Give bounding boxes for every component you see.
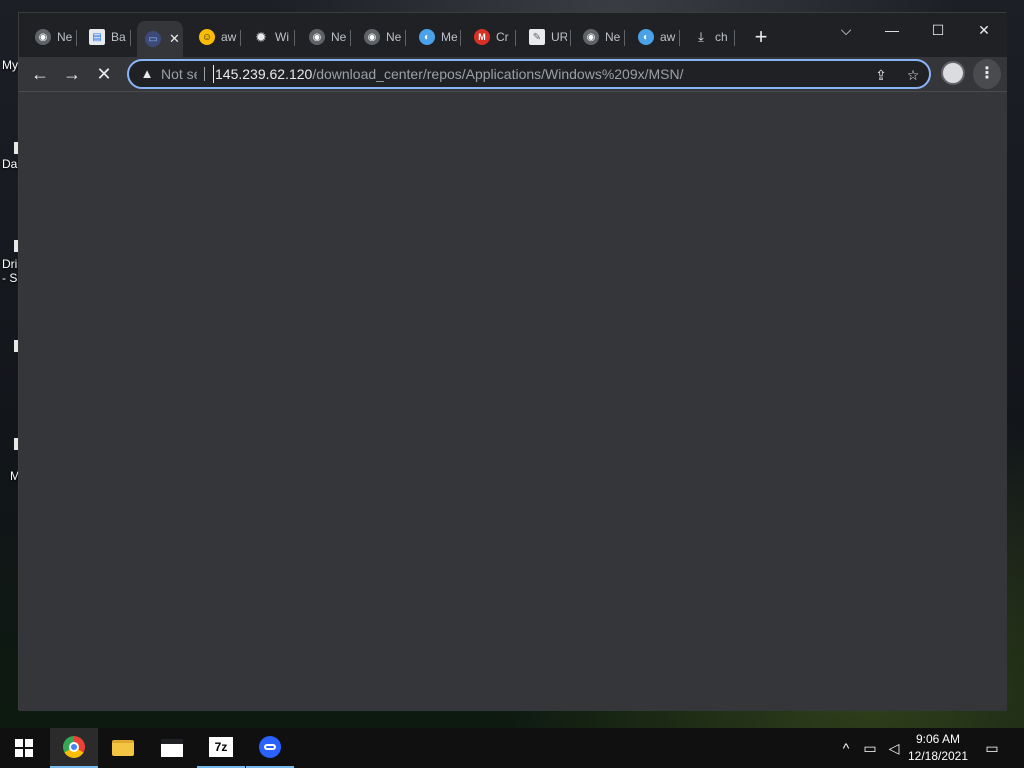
security-status[interactable]: Not secure: [161, 66, 197, 82]
tab-title: Ne: [386, 30, 402, 44]
browser-toolbar: ← → ✕ ▲ Not secure 145.239.62.120/downlo…: [19, 57, 1007, 91]
maximize-button[interactable]: ☐: [915, 17, 961, 43]
clock-time[interactable]: 9:06 AM: [908, 732, 968, 746]
media-taskbar-button[interactable]: [148, 728, 196, 768]
app-icon: ▭: [145, 31, 161, 47]
network-icon[interactable]: ▭: [860, 738, 880, 758]
forward-button[interactable]: →: [57, 59, 87, 89]
tab-separator: [294, 30, 295, 46]
tab-title: Me: [441, 30, 457, 44]
tab-title: aw: [660, 30, 676, 44]
tab-active[interactable]: ▭ ✕: [137, 21, 183, 57]
volume-muted-icon[interactable]: ◁: [884, 738, 904, 758]
tab-title: Wi: [275, 30, 289, 44]
folder-icon: [112, 740, 134, 756]
tab-title: Ba: [111, 30, 126, 44]
tab-separator: [624, 30, 625, 46]
url-path: /download_center/repos/Applications/Wind…: [312, 66, 684, 82]
chrome-icon: ◉: [583, 29, 599, 45]
desktop-icon-label[interactable]: Dri: [2, 257, 17, 271]
edge-icon: ◐: [638, 29, 654, 45]
tab-separator: [515, 30, 516, 46]
taskbar: 7z ^ ▭ ◁ 9:06 AM 12/18/2021 ▭: [0, 728, 1024, 768]
tab[interactable]: ✎ UR: [521, 23, 571, 51]
minimize-button[interactable]: —: [869, 17, 915, 43]
gear-icon: ✹: [253, 29, 269, 45]
pen-icon: ✎: [529, 29, 545, 45]
address-bar[interactable]: ▲ Not secure 145.239.62.120/download_cen…: [127, 59, 931, 89]
page-content[interactable]: [19, 91, 1007, 711]
emoji-icon: ☺: [199, 29, 215, 45]
tab-title: ch: [715, 30, 728, 44]
chevron-up-icon[interactable]: ^: [836, 738, 856, 758]
tab-separator: [405, 30, 406, 46]
tab-title: Ne: [57, 30, 73, 44]
tab-separator: [130, 30, 131, 46]
tab[interactable]: ◉ Ne: [356, 23, 406, 51]
tab[interactable]: ✹ Wi: [245, 23, 295, 51]
edge-icon: ◐: [419, 29, 435, 45]
url-host: 145.239.62.120: [215, 66, 313, 82]
close-window-button[interactable]: ✕: [961, 17, 1007, 43]
app-icon: [259, 736, 281, 758]
tab[interactable]: ☺ aw: [191, 23, 241, 51]
tab-separator: [570, 30, 571, 46]
tab-search-button[interactable]: ⌵: [823, 17, 869, 43]
desktop-icon-label[interactable]: - S: [2, 271, 17, 285]
warning-icon[interactable]: ▲: [139, 66, 155, 82]
app-taskbar-button[interactable]: [246, 728, 294, 768]
desktop-icon-label[interactable]: My: [2, 58, 18, 72]
tab-title: Ne: [331, 30, 347, 44]
7zip-icon: 7z: [209, 737, 233, 757]
clapperboard-icon: [161, 739, 183, 757]
chrome-icon: [63, 736, 85, 758]
mega-icon: M: [474, 29, 490, 45]
tab[interactable]: M Cr: [466, 23, 516, 51]
tab-separator: [350, 30, 351, 46]
browser-menu-button[interactable]: ⋮: [973, 59, 1001, 89]
desktop-icon-label[interactable]: Da: [2, 157, 17, 171]
tab-separator: [76, 30, 77, 46]
tab[interactable]: ▤ Ba: [81, 23, 131, 51]
browser-window: ◉ Ne ▤ Ba ▭ ✕ ☺ aw ✹ Wi ◉ Ne ◉ Ne ◐ Me M…: [18, 12, 1007, 711]
start-button[interactable]: [0, 728, 48, 768]
tab-separator: [679, 30, 680, 46]
download-icon: ⤓: [698, 29, 704, 44]
tab-title: aw: [221, 30, 237, 44]
tab[interactable]: ⤓ ch: [685, 23, 735, 51]
tab-title: Ne: [605, 30, 621, 44]
notification-icon[interactable]: ▭: [982, 738, 1002, 758]
chrome-icon: ◉: [364, 29, 380, 45]
file-explorer-taskbar-button[interactable]: [99, 728, 147, 768]
clock-date[interactable]: 12/18/2021: [906, 749, 970, 763]
tab[interactable]: ◐ aw: [630, 23, 680, 51]
tab-strip: ◉ Ne ▤ Ba ▭ ✕ ☺ aw ✹ Wi ◉ Ne ◉ Ne ◐ Me M…: [19, 13, 1007, 57]
chrome-taskbar-button[interactable]: [50, 728, 98, 768]
back-button[interactable]: ←: [25, 59, 55, 89]
address-divider: [204, 67, 205, 81]
ba-icon: ▤: [89, 29, 105, 45]
tab[interactable]: ◉ Ne: [301, 23, 351, 51]
tab[interactable]: ◉ Ne: [27, 23, 77, 51]
tab-title: Cr: [496, 30, 509, 44]
chrome-icon: ◉: [35, 29, 51, 45]
tab[interactable]: ◉ Ne: [575, 23, 625, 51]
stop-button[interactable]: ✕: [89, 59, 119, 89]
profile-avatar[interactable]: [941, 61, 965, 85]
tab-separator: [460, 30, 461, 46]
bookmark-star-icon[interactable]: ☆: [903, 65, 923, 85]
url-text[interactable]: 145.239.62.120/download_center/repos/App…: [213, 65, 684, 83]
tab[interactable]: ◐ Me: [411, 23, 461, 51]
close-tab-icon[interactable]: ✕: [169, 31, 180, 47]
7zip-taskbar-button[interactable]: 7z: [197, 728, 245, 768]
tab-separator: [240, 30, 241, 46]
tab-title: UR: [551, 30, 567, 44]
chrome-icon: ◉: [309, 29, 325, 45]
new-tab-button[interactable]: +: [749, 26, 773, 50]
share-icon[interactable]: ⇪: [871, 65, 891, 85]
windows-logo-icon: [15, 739, 33, 757]
tab-separator: [734, 30, 735, 46]
